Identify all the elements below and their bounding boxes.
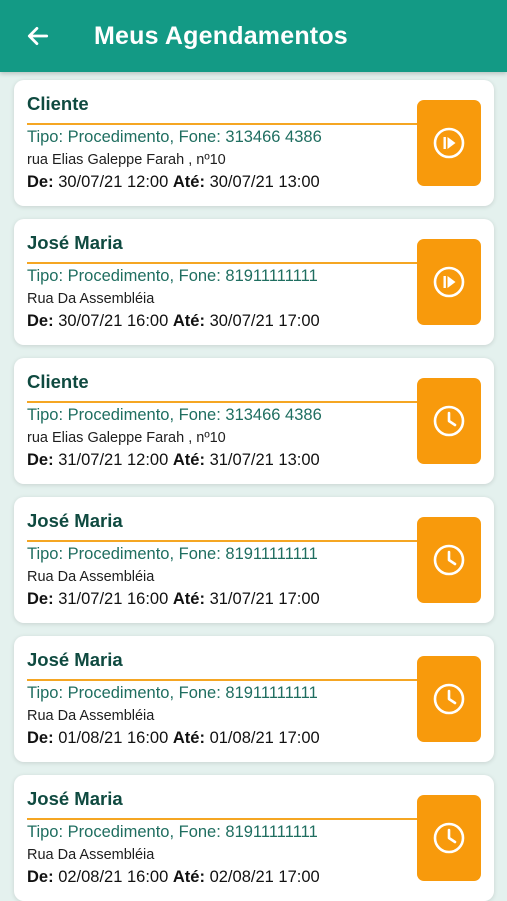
appointment-card[interactable]: José Maria Tipo: Procedimento, Fone: 819… <box>14 636 494 762</box>
client-name: Cliente <box>27 93 89 114</box>
appointment-dates: De: 31/07/21 16:00 Até: 31/07/21 17:00 <box>27 588 320 610</box>
appointment-card[interactable]: Cliente Tipo: Procedimento, Fone: 313466… <box>14 80 494 206</box>
de-value: 31/07/21 12:00 <box>58 451 169 469</box>
appointment-address: Rua Da Assembléia <box>27 291 155 307</box>
appointment-dates: De: 30/07/21 12:00 Até: 30/07/21 13:00 <box>27 171 320 193</box>
appointment-type-phone: Tipo: Procedimento, Fone: 81911111111 <box>27 267 318 285</box>
ate-label: Até: <box>172 173 205 191</box>
appointment-type-phone: Tipo: Procedimento, Fone: 313466 4386 <box>27 406 322 424</box>
ate-label: Até: <box>172 451 205 469</box>
ate-label: Até: <box>172 729 205 747</box>
appointment-dates: De: 01/08/21 16:00 Até: 01/08/21 17:00 <box>27 727 320 749</box>
appointment-type-phone: Tipo: Procedimento, Fone: 81911111111 <box>27 545 318 563</box>
arrow-left-icon <box>27 27 49 45</box>
appointment-address: Rua Da Assembléia <box>27 847 155 863</box>
appointment-type-phone: Tipo: Procedimento, Fone: 81911111111 <box>27 823 318 841</box>
client-name: José Maria <box>27 232 123 253</box>
schedule-status-button[interactable] <box>417 795 481 881</box>
divider <box>27 679 421 681</box>
de-label: De: <box>27 868 54 886</box>
app-header: Meus Agendamentos <box>0 0 507 72</box>
divider <box>27 818 421 820</box>
start-appointment-button[interactable] <box>417 100 481 186</box>
de-value: 02/08/21 16:00 <box>58 868 169 886</box>
ate-value: 01/08/21 17:00 <box>209 729 320 747</box>
ate-label: Até: <box>172 868 205 886</box>
appointment-address: Rua Da Assembléia <box>27 708 155 724</box>
ate-value: 30/07/21 17:00 <box>209 312 320 330</box>
play-circle-icon <box>433 266 465 298</box>
clock-icon <box>433 822 465 854</box>
appointment-address: rua Elias Galeppe Farah , nº10 <box>27 152 226 168</box>
schedule-status-button[interactable] <box>417 656 481 742</box>
client-name: José Maria <box>27 649 123 670</box>
de-value: 30/07/21 16:00 <box>58 312 169 330</box>
de-label: De: <box>27 312 54 330</box>
clock-icon <box>433 683 465 715</box>
appointment-card[interactable]: Cliente Tipo: Procedimento, Fone: 313466… <box>14 358 494 484</box>
appointment-dates: De: 30/07/21 16:00 Até: 30/07/21 17:00 <box>27 310 320 332</box>
de-value: 31/07/21 16:00 <box>58 590 169 608</box>
appointment-type-phone: Tipo: Procedimento, Fone: 81911111111 <box>27 684 318 702</box>
de-label: De: <box>27 173 54 191</box>
appointment-card[interactable]: José Maria Tipo: Procedimento, Fone: 819… <box>14 497 494 623</box>
clock-icon <box>433 544 465 576</box>
appointment-address: Rua Da Assembléia <box>27 569 155 585</box>
schedule-status-button[interactable] <box>417 517 481 603</box>
ate-value: 31/07/21 17:00 <box>209 590 320 608</box>
divider <box>27 401 421 403</box>
schedule-status-button[interactable] <box>417 378 481 464</box>
appointment-card[interactable]: José Maria Tipo: Procedimento, Fone: 819… <box>14 219 494 345</box>
client-name: José Maria <box>27 788 123 809</box>
client-name: José Maria <box>27 510 123 531</box>
divider <box>27 123 421 125</box>
page-title: Meus Agendamentos <box>94 22 348 50</box>
divider <box>27 262 421 264</box>
back-button[interactable] <box>22 20 54 52</box>
start-appointment-button[interactable] <box>417 239 481 325</box>
ate-value: 02/08/21 17:00 <box>209 868 320 886</box>
divider <box>27 540 421 542</box>
appointment-dates: De: 02/08/21 16:00 Até: 02/08/21 17:00 <box>27 866 320 888</box>
de-label: De: <box>27 729 54 747</box>
play-circle-icon <box>433 127 465 159</box>
de-value: 01/08/21 16:00 <box>58 729 169 747</box>
ate-value: 31/07/21 13:00 <box>209 451 320 469</box>
clock-icon <box>433 405 465 437</box>
ate-label: Até: <box>172 590 205 608</box>
de-label: De: <box>27 451 54 469</box>
de-label: De: <box>27 590 54 608</box>
client-name: Cliente <box>27 371 89 392</box>
appointment-address: rua Elias Galeppe Farah , nº10 <box>27 430 226 446</box>
ate-value: 30/07/21 13:00 <box>209 173 320 191</box>
de-value: 30/07/21 12:00 <box>58 173 169 191</box>
appointment-card[interactable]: José Maria Tipo: Procedimento, Fone: 819… <box>14 775 494 901</box>
ate-label: Até: <box>172 312 205 330</box>
appointment-dates: De: 31/07/21 12:00 Até: 31/07/21 13:00 <box>27 449 320 471</box>
appointment-type-phone: Tipo: Procedimento, Fone: 313466 4386 <box>27 128 322 146</box>
